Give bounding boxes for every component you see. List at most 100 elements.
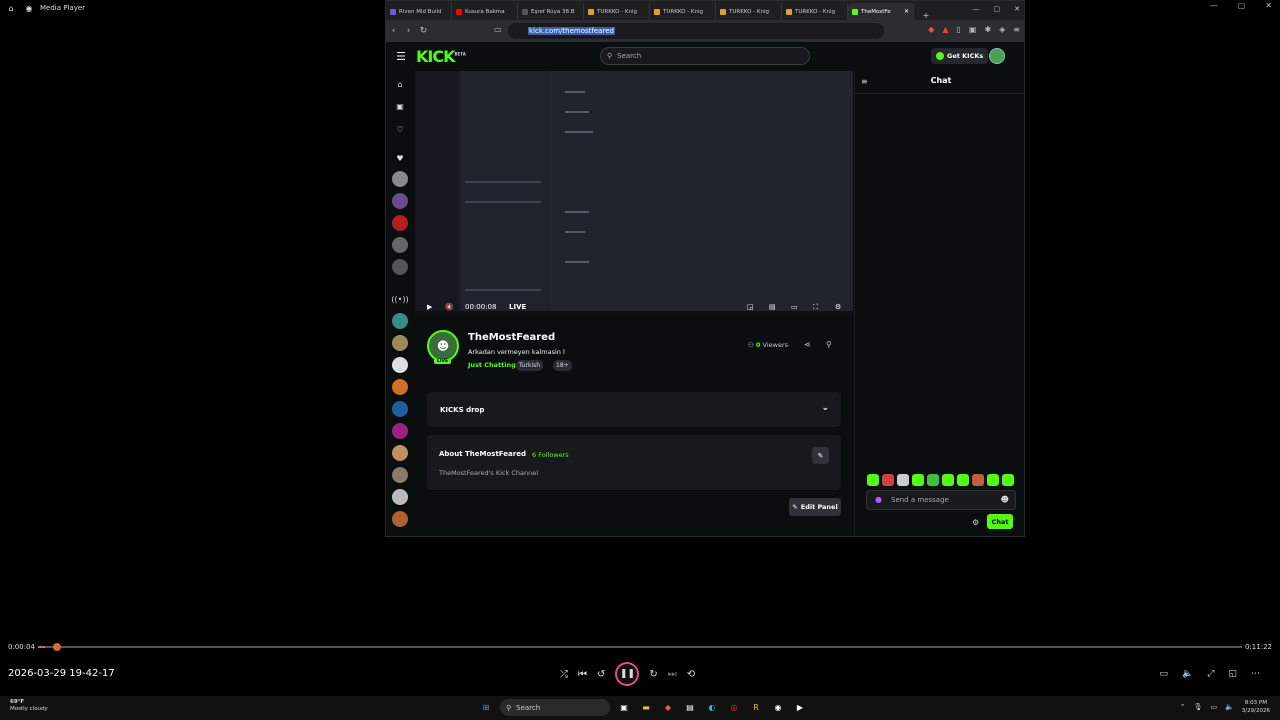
fullscreen-icon[interactable]: ⤢ <box>1207 669 1214 679</box>
chevron-down-icon[interactable]: ⌄ <box>821 403 829 413</box>
emote-icon[interactable] <box>867 474 879 486</box>
recommended-channel-avatar[interactable] <box>392 423 408 439</box>
emoji-picker-icon[interactable]: ☻ <box>1001 495 1009 504</box>
edit-panel-button[interactable]: ✎ Edit Panel <box>789 498 841 516</box>
home-icon[interactable]: ⌂ <box>392 76 408 92</box>
chat-settings-icon[interactable]: ⚙ <box>972 518 979 527</box>
emote-icon[interactable] <box>1002 474 1014 486</box>
clock[interactable]: 8:03 PM 3/29/2026 <box>1242 699 1270 715</box>
emote-icon[interactable] <box>927 474 939 486</box>
maximize-icon[interactable]: ▢ <box>994 5 1001 13</box>
close-icon[interactable]: ✕ <box>1265 1 1272 10</box>
video-player[interactable]: ▶ 🔇 00:00:08 LIVE ◲ ▤ ▭ ⛶ ⚙ <box>415 71 853 316</box>
menu-icon[interactable]: ≡ <box>1013 25 1020 34</box>
browser-tab[interactable]: TURKKO - Knig <box>716 3 782 20</box>
browser-tab-active[interactable]: TheMostFe ✕ <box>848 3 914 20</box>
recommended-channel-avatar[interactable] <box>392 489 408 505</box>
browser-tab[interactable]: Kusura Bakma <box>452 3 518 20</box>
recommended-channel-avatar[interactable] <box>392 401 408 417</box>
home-icon[interactable]: ⌂ <box>4 4 18 13</box>
rewind-icon[interactable]: ↺ <box>597 669 605 680</box>
user-avatar[interactable] <box>989 48 1005 64</box>
file-explorer-icon[interactable]: ▬ <box>638 700 654 716</box>
wallet-icon[interactable]: ▣ <box>969 25 977 34</box>
next-icon[interactable]: ⏭ <box>668 669 677 680</box>
pause-button[interactable]: ❚❚ <box>615 662 640 686</box>
hamburger-menu-icon[interactable]: ☰ <box>396 50 406 63</box>
brave-browser-icon[interactable]: ◆ <box>660 700 676 716</box>
category-link[interactable]: Just Chatting <box>468 361 516 369</box>
settings-icon[interactable]: ⚙ <box>835 303 841 311</box>
miniplayer-icon[interactable]: ◱ <box>1228 669 1237 679</box>
browser-tab[interactable]: Eşref Rüya 38.B <box>518 3 584 20</box>
previous-icon[interactable]: ⏮ <box>578 669 587 680</box>
recommended-channel-avatar[interactable] <box>392 467 408 483</box>
obs-icon[interactable]: ◉ <box>770 700 786 716</box>
media-player-icon[interactable]: ▶ <box>792 700 808 716</box>
repeat-icon[interactable]: ⟲ <box>687 669 695 680</box>
bookmark-icon[interactable]: ▭ <box>494 25 502 34</box>
recommended-channel-avatar[interactable] <box>392 445 408 461</box>
recommended-channel-avatar[interactable] <box>392 357 408 373</box>
followed-channel-avatar[interactable] <box>392 215 408 231</box>
seek-track[interactable] <box>38 643 1242 651</box>
back-icon[interactable]: ‹ <box>386 26 401 36</box>
edge-icon[interactable]: ◐ <box>704 700 720 716</box>
close-tab-icon[interactable]: ✕ <box>904 8 909 15</box>
mic-icon[interactable]: ● <box>875 495 882 504</box>
followed-heart-icon[interactable]: ♥ <box>392 150 408 166</box>
edit-pencil-icon[interactable]: ✎ <box>812 447 829 464</box>
tag-pill[interactable]: 18+ <box>553 360 572 371</box>
reload-icon[interactable]: ↻ <box>416 26 431 36</box>
windows-start-icon[interactable]: ⊞ <box>478 700 494 716</box>
shuffle-icon[interactable]: ⤮ <box>560 669 568 680</box>
emote-icon[interactable] <box>882 474 894 486</box>
sidebar-icon[interactable]: ▯ <box>956 25 960 34</box>
new-tab-icon[interactable]: + <box>920 11 932 20</box>
search-input[interactable]: ⚲ Search <box>600 47 810 65</box>
channel-avatar[interactable]: ☻ <box>427 330 459 362</box>
minimize-icon[interactable]: — <box>973 5 980 13</box>
riot-icon[interactable]: R <box>748 700 764 716</box>
fullscreen-icon[interactable]: ⛶ <box>813 303 818 312</box>
weather-widget[interactable]: 69°F Mostly cloudy <box>10 699 48 713</box>
followed-channel-avatar[interactable] <box>392 237 408 253</box>
volume-icon[interactable]: 🔈 <box>1182 669 1193 679</box>
emote-icon[interactable] <box>957 474 969 486</box>
browser-tab[interactable]: Riven Mid Build <box>386 3 452 20</box>
minimize-icon[interactable]: — <box>1210 1 1218 10</box>
url-field[interactable]: kick.com/themostfeared <box>508 23 884 39</box>
task-view-icon[interactable]: ▣ <box>616 700 632 716</box>
rewards-icon[interactable]: ▲ <box>942 25 948 34</box>
kick-logo[interactable]: KICKBETA <box>416 47 466 66</box>
followed-channel-avatar[interactable] <box>392 193 408 209</box>
clip-icon[interactable]: ▤ <box>769 303 776 311</box>
maximize-icon[interactable]: ▢ <box>1238 1 1246 10</box>
store-icon[interactable]: ▤ <box>682 700 698 716</box>
emote-icon[interactable] <box>972 474 984 486</box>
following-icon[interactable]: ♡ <box>392 121 408 137</box>
followed-channel-avatar[interactable] <box>392 171 408 187</box>
close-icon[interactable]: ✕ <box>1014 5 1020 13</box>
channel-name[interactable]: TheMostFeared <box>468 332 555 343</box>
play-icon[interactable]: ▶ <box>427 303 432 311</box>
forward-icon[interactable]: ↻ <box>649 669 657 680</box>
emote-icon[interactable] <box>912 474 924 486</box>
kicks-drop-panel[interactable]: KICKS drop ⌄ <box>427 392 841 427</box>
browser-tab[interactable]: TURKKO - Knig <box>650 3 716 20</box>
brave-shield-icon[interactable]: ◆ <box>928 25 934 34</box>
tag-pill[interactable]: Turkish <box>516 360 544 371</box>
send-message-input[interactable]: ● Send a message ☻ <box>866 490 1016 510</box>
browser-tab[interactable]: TURKKO - Knig <box>782 3 848 20</box>
forward-icon[interactable]: › <box>401 26 416 36</box>
chat-send-button[interactable]: Chat <box>987 514 1013 529</box>
mute-icon[interactable]: 🔇 <box>445 303 454 311</box>
theater-mode-icon[interactable]: ▭ <box>791 303 798 311</box>
recommended-channel-avatar[interactable] <box>392 379 408 395</box>
extensions-icon[interactable]: ✱ <box>984 25 991 34</box>
followed-channel-avatar[interactable] <box>392 259 408 275</box>
seek-handle[interactable] <box>53 643 62 651</box>
volume-icon[interactable]: 🔈 <box>1225 703 1234 711</box>
emote-icon[interactable] <box>897 474 909 486</box>
recommended-channel-avatar[interactable] <box>392 511 408 527</box>
